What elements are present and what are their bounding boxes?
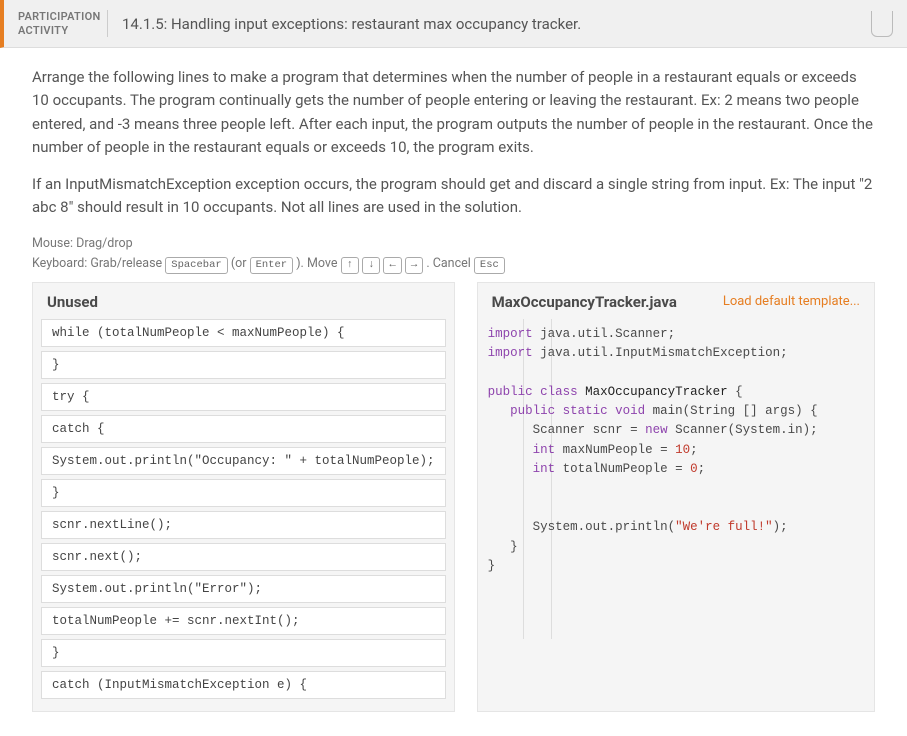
code-token: "We're full!" <box>675 520 773 534</box>
hint-mouse: Mouse: Drag/drop <box>32 236 133 251</box>
hint-kb-label: Keyboard: Grab/release <box>32 256 162 271</box>
unused-tiles-list: while (totalNumPeople < maxNumPeople) { … <box>33 319 454 711</box>
instructions-p1: Arrange the following lines to make a pr… <box>32 66 875 159</box>
bookmark-icon[interactable] <box>871 11 893 37</box>
key-esc: Esc <box>474 257 505 274</box>
hint-move: Move <box>307 256 338 271</box>
code-token: public <box>488 404 556 418</box>
code-token: MaxOccupancyTracker <box>578 385 728 399</box>
key-spacebar: Spacebar <box>165 257 227 274</box>
hint-or: (or <box>231 256 247 271</box>
code-token: maxNumPeople = <box>555 443 675 457</box>
hint-move-dot: . <box>426 256 429 271</box>
code-drop-area[interactable]: import java.util.Scanner; import java.ut… <box>478 319 874 639</box>
code-token: (String [] args) { <box>683 404 818 418</box>
key-right: → <box>405 257 423 274</box>
label-line-1: PARTICIPATION <box>18 10 101 23</box>
code-token: import <box>488 327 533 341</box>
key-down: ↓ <box>362 257 380 274</box>
code-token: ; <box>698 462 706 476</box>
code-token: } <box>488 540 518 554</box>
load-default-template-link[interactable]: Load default template... <box>723 294 860 309</box>
unused-panel-title: Unused <box>47 293 98 311</box>
key-enter: Enter <box>250 257 294 274</box>
code-token: 10 <box>675 443 690 457</box>
activity-content: Arrange the following lines to make a pr… <box>0 48 907 724</box>
code-token: java.util.Scanner; <box>533 327 676 341</box>
code-tile[interactable]: catch (InputMismatchException e) { <box>41 671 446 699</box>
code-tile[interactable]: System.out.println("Occupancy: " + total… <box>41 447 446 475</box>
keyboard-hints: Mouse: Drag/drop Keyboard: Grab/release … <box>32 234 875 274</box>
code-tile[interactable]: scnr.next(); <box>41 543 446 571</box>
key-up: ↑ <box>341 257 359 274</box>
code-token: void <box>608 404 646 418</box>
instructions-p2: If an InputMismatchException exception o… <box>32 173 875 220</box>
code-token: main <box>645 404 683 418</box>
code-panel: MaxOccupancyTracker.java Load default te… <box>477 282 875 712</box>
hint-cancel: Cancel <box>433 256 471 271</box>
code-tile[interactable]: try { <box>41 383 446 411</box>
code-tile[interactable]: catch { <box>41 415 446 443</box>
code-tile[interactable]: System.out.println("Error"); <box>41 575 446 603</box>
code-token: } <box>488 559 496 573</box>
code-tile[interactable]: } <box>41 639 446 667</box>
code-token: Scanner(System.in); <box>668 423 818 437</box>
code-token: new <box>645 423 668 437</box>
code-panel-header: MaxOccupancyTracker.java Load default te… <box>478 283 874 319</box>
key-left: ← <box>383 257 401 274</box>
hint-close: ). <box>296 256 304 271</box>
code-token: int <box>488 443 556 457</box>
unused-panel: Unused while (totalNumPeople < maxNumPeo… <box>32 282 455 712</box>
code-tile[interactable]: } <box>41 479 446 507</box>
panels-row: Unused while (totalNumPeople < maxNumPeo… <box>32 282 875 712</box>
instructions: Arrange the following lines to make a pr… <box>32 66 875 220</box>
code-token: int <box>488 462 556 476</box>
code-token: static <box>555 404 608 418</box>
code-token: totalNumPeople = <box>555 462 690 476</box>
unused-panel-header: Unused <box>33 283 454 319</box>
code-panel-title: MaxOccupancyTracker.java <box>492 293 677 311</box>
code-token: System.out.println( <box>488 520 676 534</box>
code-token: class <box>533 385 578 399</box>
code-token: public <box>488 385 533 399</box>
code-token: ); <box>773 520 788 534</box>
code-token: { <box>728 385 743 399</box>
code-tile[interactable]: scnr.nextLine(); <box>41 511 446 539</box>
code-tile[interactable]: while (totalNumPeople < maxNumPeople) { <box>41 319 446 347</box>
code-tile[interactable]: } <box>41 351 446 379</box>
code-token: ; <box>690 443 698 457</box>
code-token: import <box>488 346 533 360</box>
code-tile[interactable]: totalNumPeople += scnr.nextInt(); <box>41 607 446 635</box>
activity-title: 14.1.5: Handling input exceptions: resta… <box>108 15 871 33</box>
code-token: Scanner scnr = <box>488 423 646 437</box>
code-token: 0 <box>690 462 698 476</box>
activity-header: PARTICIPATION ACTIVITY 14.1.5: Handling … <box>0 0 907 48</box>
activity-type-label: PARTICIPATION ACTIVITY <box>18 10 108 36</box>
code-token: java.util.InputMismatchException; <box>533 346 788 360</box>
label-line-2: ACTIVITY <box>18 24 68 37</box>
